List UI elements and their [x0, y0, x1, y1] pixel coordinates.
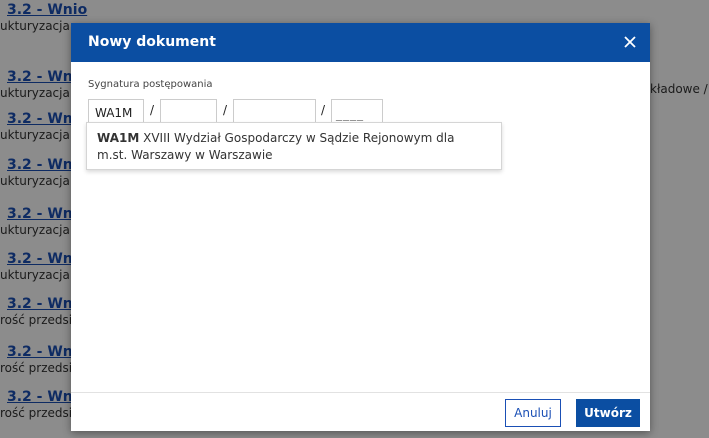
new-document-dialog: Nowy dokument Sygnatura postępowania WA1… — [71, 23, 650, 431]
dialog-footer: Anuluj Utwórz — [71, 392, 650, 432]
dialog-header: Nowy dokument — [71, 23, 650, 62]
signature-field-label: Sygnatura postępowania — [88, 79, 213, 90]
autocomplete-option[interactable]: WA1M XVIII Wydział Gospodarczy w Sądzie … — [97, 130, 487, 164]
option-code: WA1M — [97, 131, 140, 145]
cancel-button[interactable]: Anuluj — [505, 399, 561, 427]
dialog-title: Nowy dokument — [88, 34, 216, 50]
create-button[interactable]: Utwórz — [576, 399, 640, 427]
separator: / — [223, 103, 228, 117]
separator: / — [150, 103, 155, 117]
close-button[interactable] — [620, 32, 640, 52]
year-placeholder: ____ — [336, 107, 364, 121]
option-text: XVIII Wydział Gospodarczy w Sądzie Rejon… — [97, 131, 455, 162]
close-icon — [624, 36, 636, 48]
separator: / — [321, 103, 326, 117]
autocomplete-dropdown: WA1M XVIII Wydział Gospodarczy w Sądzie … — [86, 122, 502, 170]
